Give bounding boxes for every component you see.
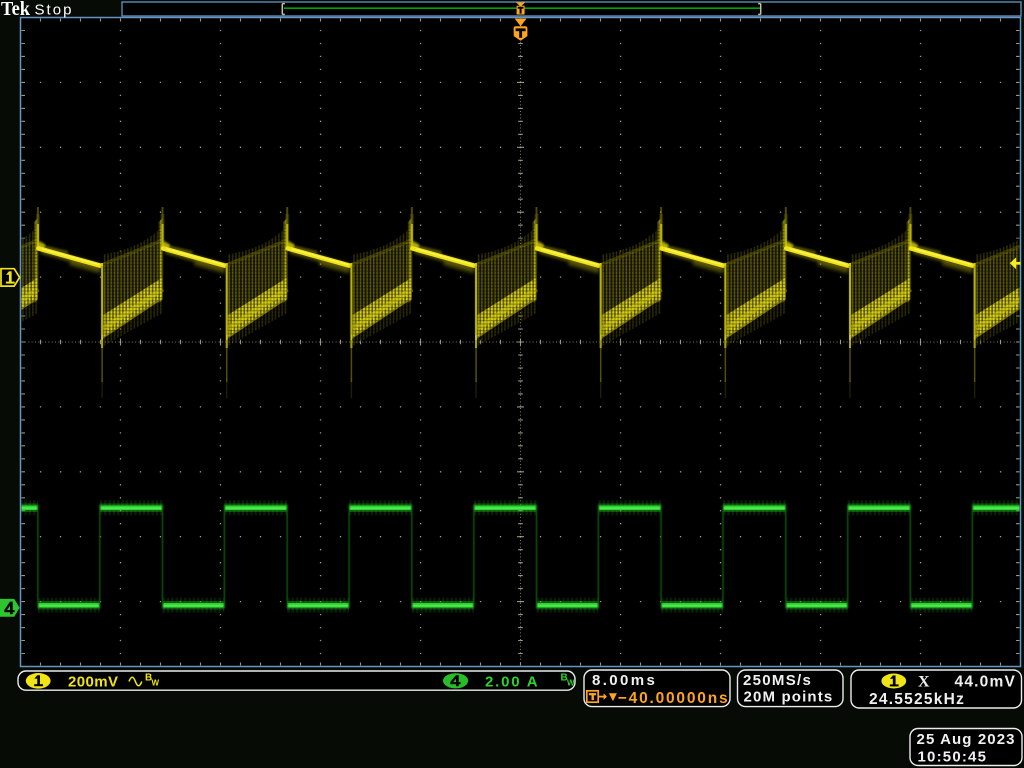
svg-text:250MS/s: 250MS/s <box>743 672 812 689</box>
svg-text:Stop: Stop <box>35 2 72 19</box>
svg-text:W: W <box>567 679 575 688</box>
svg-text:W: W <box>152 679 160 688</box>
svg-text:200mV: 200mV <box>68 673 118 690</box>
svg-text:Tek: Tek <box>1 0 31 20</box>
svg-text:2.00 A: 2.00 A <box>485 673 539 690</box>
svg-text:10:50:45: 10:50:45 <box>918 748 988 765</box>
svg-text:8.00ms: 8.00ms <box>592 672 657 689</box>
svg-text:24.5525kHz: 24.5525kHz <box>869 691 965 708</box>
svg-text:44.0mV: 44.0mV <box>955 674 1017 691</box>
svg-text:25 Aug 2023: 25 Aug 2023 <box>917 731 1016 748</box>
svg-text:−40.00000ns: −40.00000ns <box>618 690 730 707</box>
svg-text:X: X <box>918 674 930 691</box>
svg-text:20M points: 20M points <box>744 689 834 706</box>
